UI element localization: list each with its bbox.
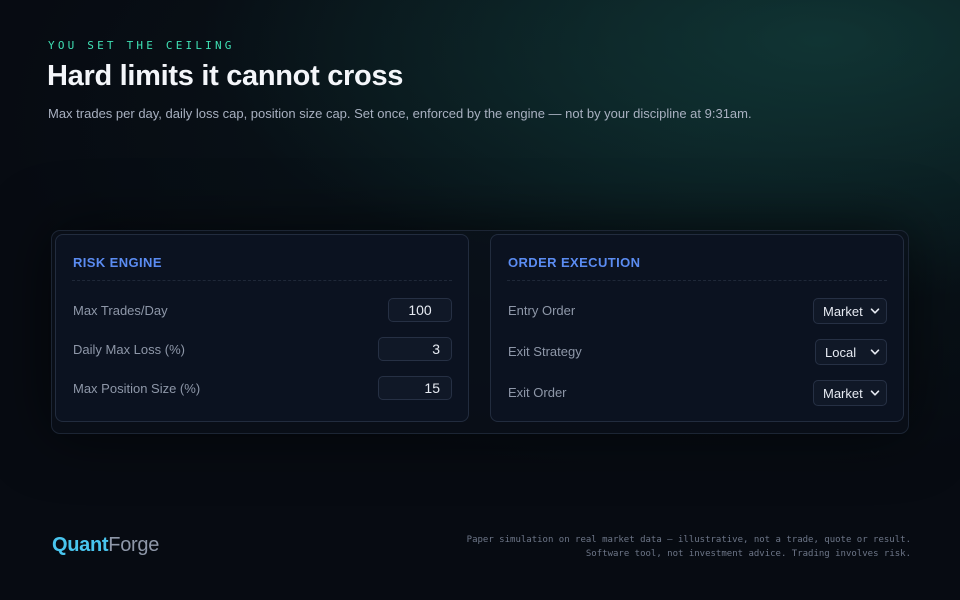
max-trades-input[interactable] (388, 298, 452, 322)
exit-order-label: Exit Order (508, 385, 567, 400)
entry-order-select[interactable]: Market (813, 298, 887, 324)
brand-name-secondary: Forge (108, 534, 160, 556)
card-divider (507, 280, 887, 281)
exit-order-row: Exit Order Market (508, 380, 887, 406)
disclaimer-line: Software tool, not investment advice. Tr… (585, 549, 911, 559)
chevron-down-icon (870, 308, 880, 314)
max-position-size-input[interactable] (378, 376, 452, 400)
page-title: Hard limits it cannot cross (47, 60, 404, 92)
disclaimer: Paper simulation on real market data — i… (467, 533, 911, 561)
daily-max-loss-label: Daily Max Loss (%) (73, 342, 185, 357)
risk-engine-card: RISK ENGINE Max Trades/Day Daily Max Los… (55, 234, 469, 422)
brand-name-primary: Quant (52, 534, 109, 556)
exit-order-value: Market (823, 386, 863, 401)
brand-logo: QuantForge (52, 534, 159, 557)
max-position-size-label: Max Position Size (%) (73, 381, 201, 396)
entry-order-row: Entry Order Market (508, 298, 887, 324)
entry-order-value: Market (823, 304, 863, 319)
exit-order-select[interactable]: Market (813, 380, 887, 406)
settings-panel: RISK ENGINE Max Trades/Day Daily Max Los… (51, 230, 909, 434)
max-trades-label: Max Trades/Day (73, 303, 168, 318)
daily-max-loss-input[interactable] (378, 337, 452, 361)
disclaimer-line: Paper simulation on real market data — i… (466, 535, 911, 545)
chevron-down-icon (870, 390, 880, 396)
entry-order-label: Entry Order (508, 303, 576, 318)
max-trades-row: Max Trades/Day (73, 298, 452, 324)
daily-max-loss-row: Daily Max Loss (%) (73, 337, 452, 363)
exit-strategy-label: Exit Strategy (508, 344, 582, 359)
risk-engine-title: RISK ENGINE (73, 255, 162, 270)
order-execution-card: ORDER EXECUTION Entry Order Market Exit … (490, 234, 904, 422)
exit-strategy-select[interactable]: Local (815, 339, 887, 365)
max-position-size-row: Max Position Size (%) (73, 376, 452, 402)
card-divider (72, 280, 452, 281)
order-execution-title: ORDER EXECUTION (508, 255, 641, 270)
exit-strategy-value: Local (825, 345, 857, 360)
page-subtitle: Max trades per day, daily loss cap, posi… (48, 106, 752, 121)
eyebrow-label: YOU SET THE CEILING (48, 39, 235, 52)
slide: YOU SET THE CEILING Hard limits it canno… (0, 0, 960, 600)
chevron-down-icon (870, 349, 880, 355)
exit-strategy-row: Exit Strategy Local (508, 339, 887, 365)
